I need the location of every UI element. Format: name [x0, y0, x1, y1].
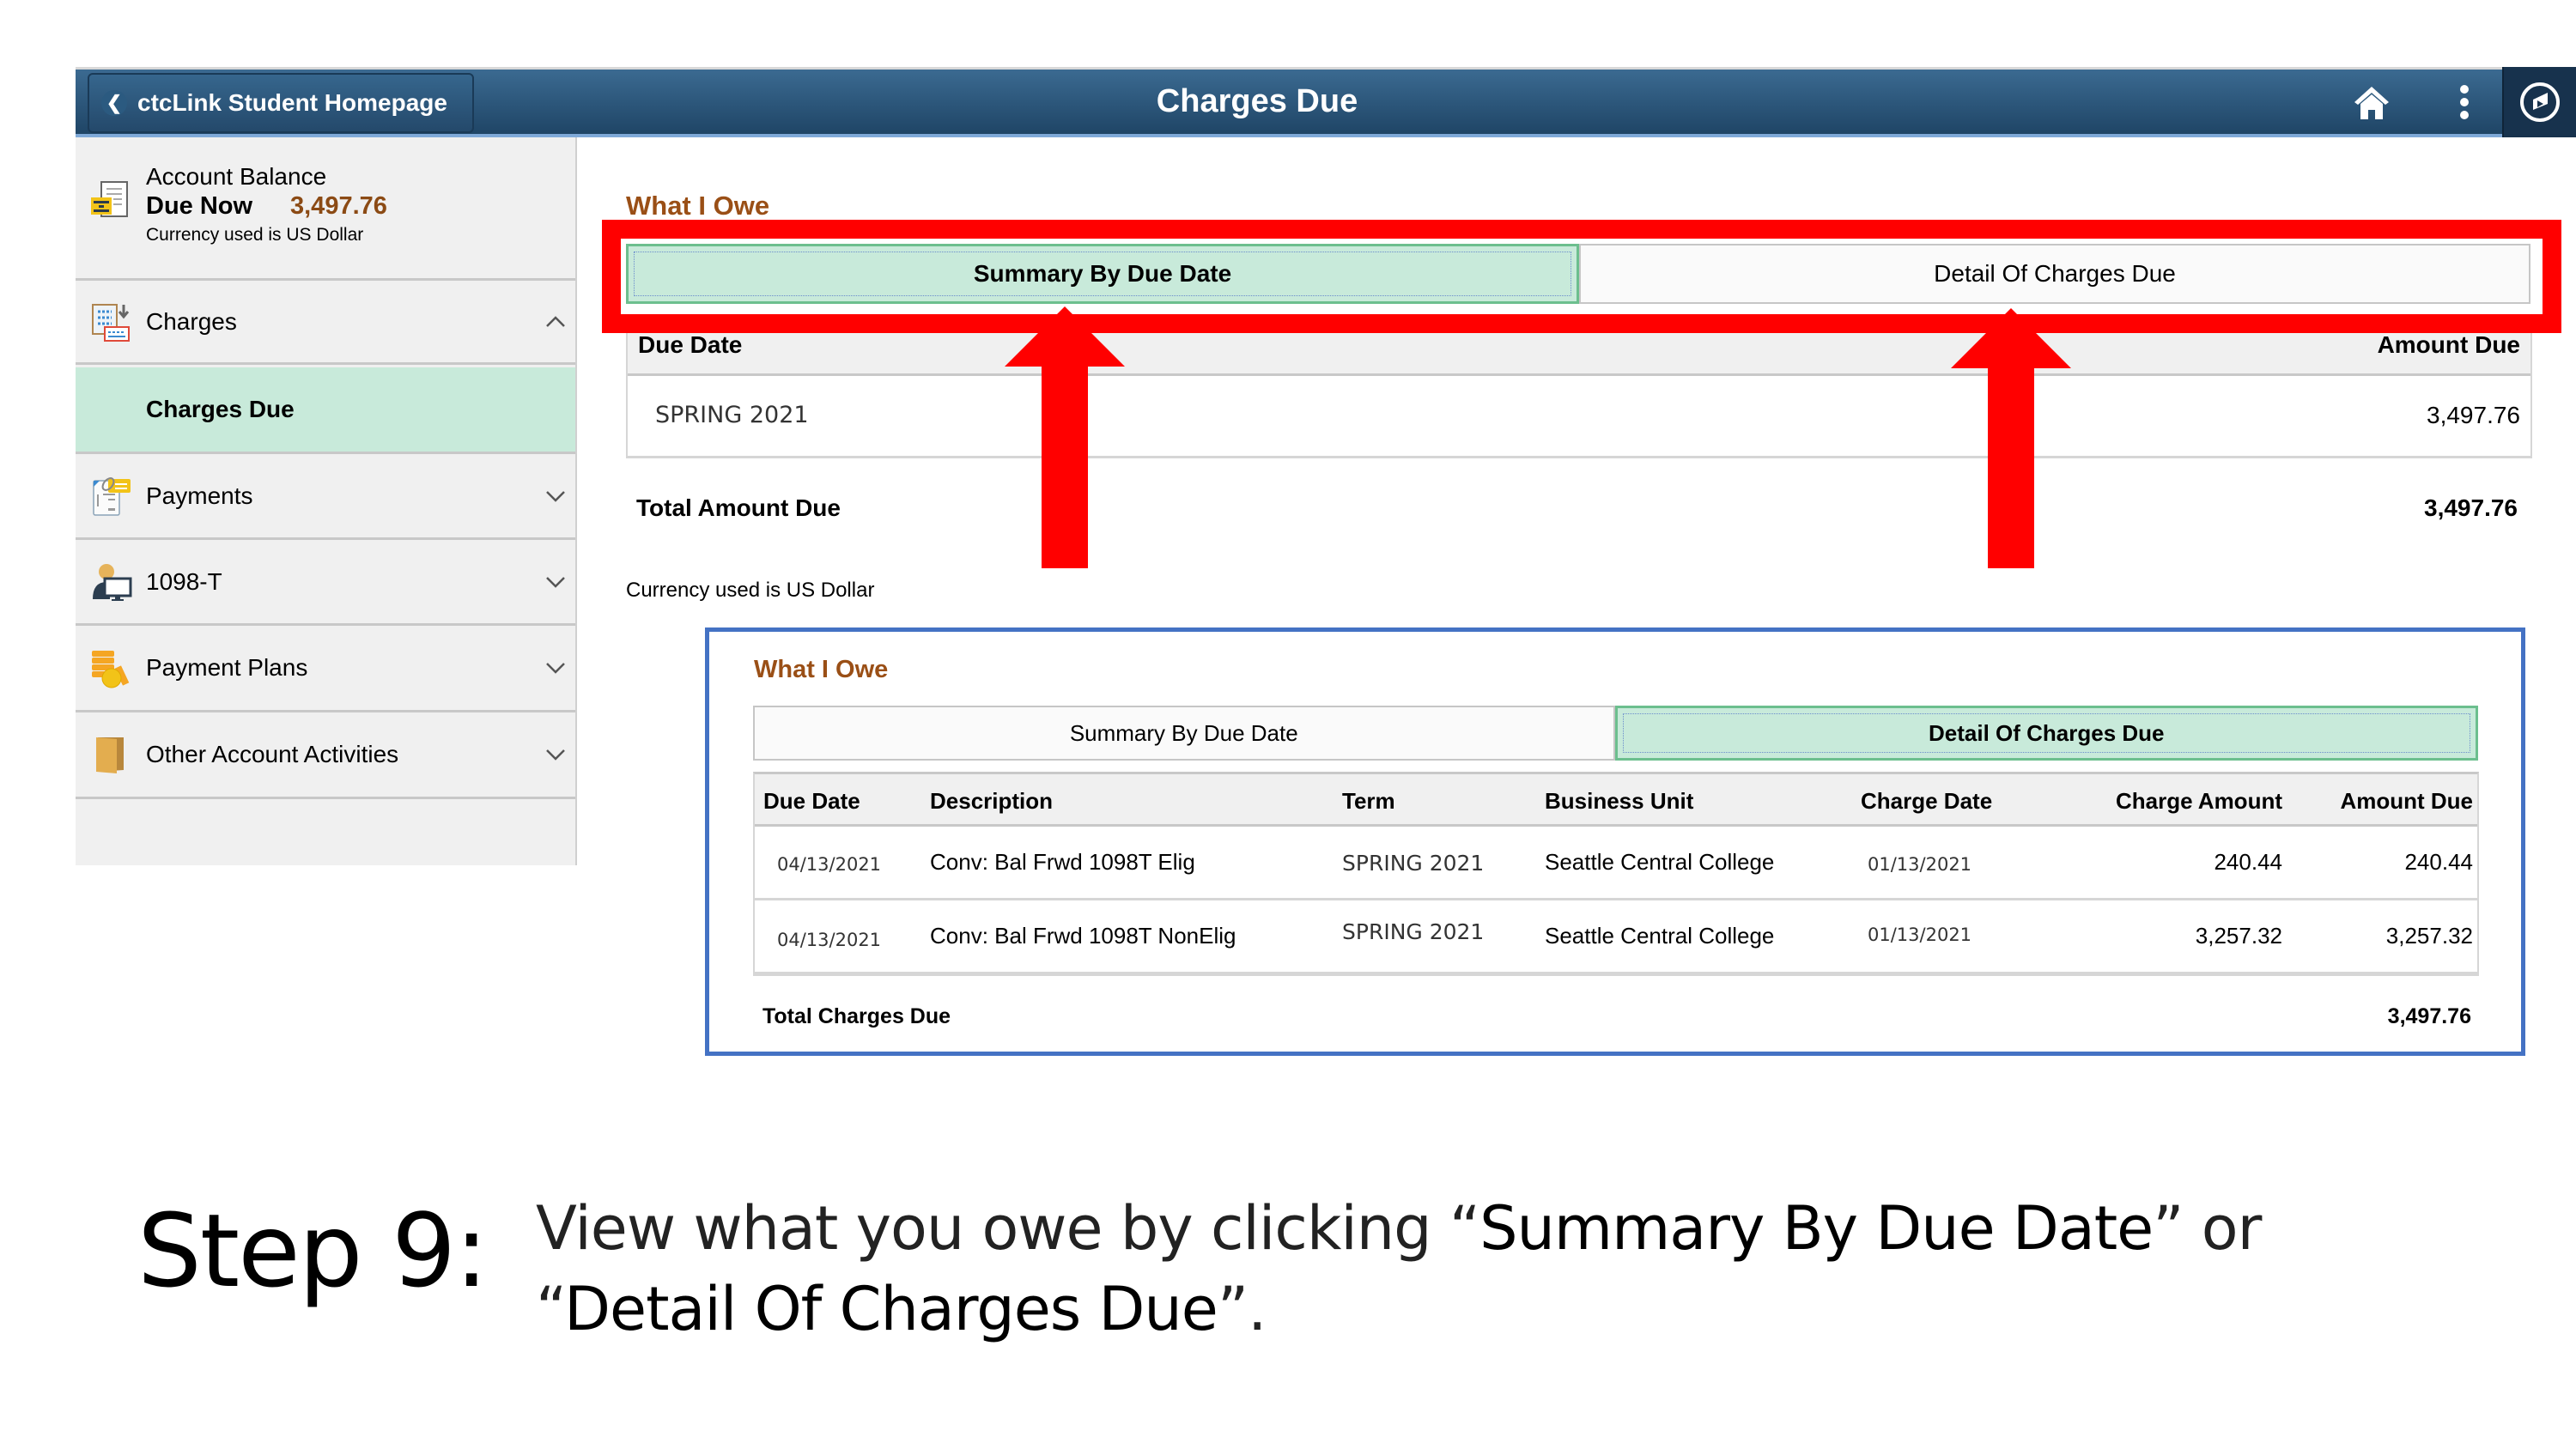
column-header-due-date: Due Date: [763, 788, 860, 814]
total-charges-due-label: Total Charges Due: [762, 1004, 951, 1028]
page-title: Charges Due: [1156, 83, 1358, 119]
caption-emphasis: Detail Of Charges Due: [564, 1274, 1218, 1344]
tab-summary-by-due-date[interactable]: Summary By Due Date: [753, 706, 1615, 761]
sidebar-item-payments[interactable]: Payments: [76, 454, 575, 540]
sidebar-item-charges-due[interactable]: Charges Due: [76, 367, 575, 454]
due-date-value: 04/13/2021: [777, 854, 882, 875]
column-header-charge-amount: Charge Amount: [2115, 788, 2282, 814]
due-date-value: SPRING 2021: [655, 402, 809, 428]
tab-summary-by-due-date[interactable]: Summary By Due Date: [626, 244, 1579, 304]
detail-view-inset: What I Owe Summary By Due Date Detail Of…: [705, 627, 2525, 1056]
grid-header: Due Date Description Term Business Unit …: [755, 774, 2477, 827]
caption-text: ”.: [1217, 1274, 1267, 1344]
step-instructions: View what you owe by clicking “Summary B…: [536, 1188, 2425, 1349]
due-date-value: 04/13/2021: [777, 930, 882, 950]
account-balance-icon: [91, 181, 128, 217]
navbar-compass-icon: [2520, 82, 2560, 122]
section-title: What I Owe: [626, 191, 770, 221]
navbar-button[interactable]: [2502, 67, 2576, 137]
caption-text: ” or: [2153, 1193, 2262, 1264]
sidebar-item-label: Payment Plans: [146, 654, 308, 681]
step-label: Step 9:: [137, 1191, 489, 1310]
column-header-due-date: Due Date: [638, 331, 743, 358]
currency-note: Currency used is US Dollar: [146, 225, 364, 245]
tab-detail-of-charges-due[interactable]: Detail Of Charges Due: [1579, 244, 2530, 304]
caption-emphasis: Summary By Due Date: [1479, 1193, 2154, 1264]
sidebar-item-label: Payments: [146, 482, 253, 509]
description-value: Conv: Bal Frwd 1098T Elig: [930, 849, 1195, 875]
column-header-business-unit: Business Unit: [1545, 788, 1694, 814]
total-charges-due-value: 3,497.76: [2387, 1004, 2471, 1028]
charges-icon: [92, 303, 130, 342]
caption-text: “: [536, 1274, 565, 1344]
view-tabs: Summary By Due Date Detail Of Charges Du…: [753, 706, 2478, 761]
sidebar-item-label: Charges Due: [146, 396, 295, 422]
chevron-down-icon: [546, 663, 565, 674]
column-header-charge-date: Charge Date: [1861, 788, 1993, 814]
detail-grid: Due Date Description Term Business Unit …: [753, 772, 2479, 976]
1098t-icon: [93, 563, 132, 601]
chevron-up-icon: [546, 315, 565, 327]
account-balance-title: Account Balance: [146, 163, 327, 190]
payments-icon: [93, 476, 131, 516]
charge-amount-value: 240.44: [2214, 849, 2282, 875]
column-header-amount-due: Amount Due: [2340, 788, 2473, 814]
chevron-down-icon: [546, 490, 565, 502]
payment-plans-icon: [92, 651, 130, 688]
sidebar-item-label: Other Account Activities: [146, 741, 399, 767]
total-amount-due-label: Total Amount Due: [636, 494, 841, 521]
table-row: 04/13/2021 Conv: Bal Frwd 1098T Elig SPR…: [755, 827, 2477, 900]
folder-icon: [96, 737, 124, 773]
table-row: 04/13/2021 Conv: Bal Frwd 1098T NonElig …: [755, 900, 2477, 974]
term-value: SPRING 2021: [1342, 919, 1485, 944]
column-header-amount-due: Amount Due: [2377, 331, 2520, 358]
grid-header: Due Date Amount Due: [628, 324, 2530, 376]
app-header: ❮ ctcLink Student Homepage Charges Due: [76, 67, 2576, 137]
sidebar-item-other-account-activities[interactable]: Other Account Activities: [76, 712, 575, 799]
chevron-down-icon: [546, 749, 565, 761]
sidebar-item-label: 1098-T: [146, 567, 222, 595]
total-amount-due-value: 3,497.76: [2424, 494, 2518, 521]
summary-grid: Due Date Amount Due SPRING 2021 3,497.76: [626, 324, 2532, 458]
table-row: SPRING 2021 3,497.76: [628, 376, 2530, 458]
charge-date-value: 01/13/2021: [1868, 925, 1972, 945]
account-balance-summary[interactable]: Account Balance Due Now 3,497.76 Currenc…: [76, 137, 575, 281]
home-icon[interactable]: [2351, 82, 2392, 123]
column-header-description: Description: [930, 788, 1054, 814]
amount-due-value: 3,497.76: [2427, 402, 2520, 428]
chevron-down-icon: [546, 576, 565, 588]
tab-detail-of-charges-due[interactable]: Detail Of Charges Due: [1614, 706, 2478, 761]
sidebar: Account Balance Due Now 3,497.76 Currenc…: [76, 137, 577, 865]
currency-note: Currency used is US Dollar: [626, 579, 875, 602]
amount-due-value: 3,257.32: [2385, 923, 2473, 949]
caption-text: View what you owe by clicking “: [536, 1193, 1480, 1264]
amount-due-value: 240.44: [2404, 849, 2473, 875]
view-tabs: Summary By Due Date Detail Of Charges Du…: [626, 244, 2530, 304]
sidebar-item-label: Charges: [146, 307, 237, 335]
sidebar-item-payment-plans[interactable]: Payment Plans: [76, 626, 575, 712]
sidebar-item-charges[interactable]: Charges: [76, 281, 575, 365]
more-options-icon[interactable]: [2444, 82, 2485, 123]
sidebar-item-1098t[interactable]: 1098-T: [76, 540, 575, 626]
term-value: SPRING 2021: [1342, 851, 1485, 876]
due-now-amount: 3,497.76: [290, 192, 387, 220]
due-now-label: Due Now: [146, 192, 253, 220]
section-title: What I Owe: [754, 656, 889, 683]
business-unit-value: Seattle Central College: [1545, 923, 1775, 949]
charge-date-value: 01/13/2021: [1868, 854, 1972, 875]
business-unit-value: Seattle Central College: [1545, 849, 1775, 875]
description-value: Conv: Bal Frwd 1098T NonElig: [930, 923, 1236, 949]
charge-amount-value: 3,257.32: [2195, 923, 2282, 949]
column-header-term: Term: [1342, 788, 1395, 814]
